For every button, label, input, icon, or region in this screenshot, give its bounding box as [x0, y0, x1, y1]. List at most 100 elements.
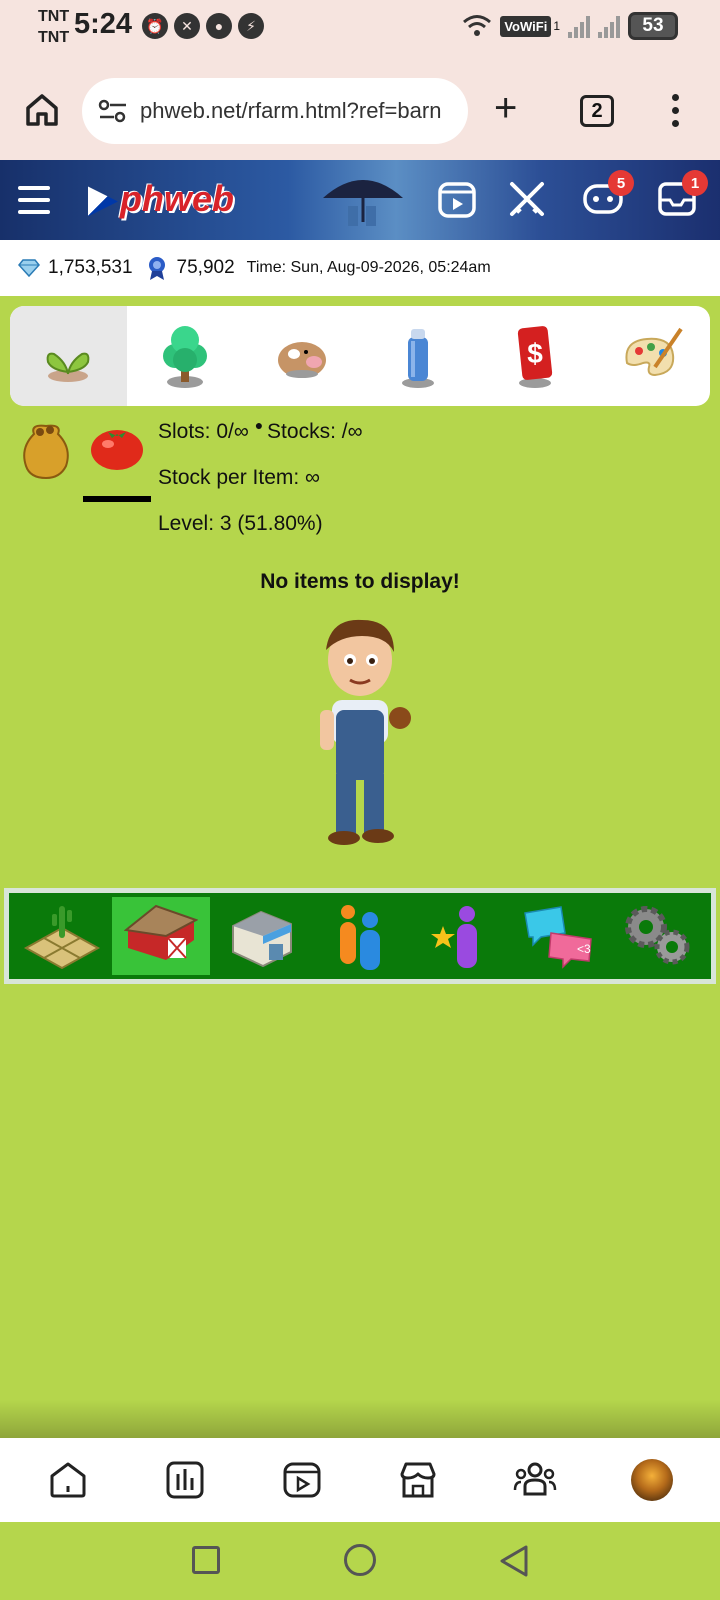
site-settings-icon[interactable] [98, 98, 128, 124]
cow-icon [277, 342, 326, 378]
nav-settings[interactable] [610, 897, 707, 975]
tab-animals[interactable] [243, 306, 360, 406]
url-bar[interactable]: phweb.net/rfarm.html?ref=barn [82, 78, 468, 144]
tab-seeds[interactable] [10, 306, 127, 406]
vowifi-label: VoWiFi [500, 15, 552, 37]
notification-icons: ⏰ ✕ ● ⚡ [142, 13, 264, 39]
vowifi-sub: 1 [553, 19, 560, 33]
recent-apps-button[interactable] [192, 1546, 220, 1574]
battle-swords-icon[interactable] [506, 178, 548, 220]
seed-sack-icon[interactable] [20, 420, 72, 480]
play-video-icon [283, 1462, 321, 1498]
shadow-divider [0, 1400, 720, 1440]
barn-icon [124, 904, 199, 960]
nav-videos[interactable] [280, 1458, 324, 1502]
tab-tools[interactable] [360, 306, 477, 406]
alarm-icon: ⏰ [142, 13, 168, 39]
nav-shop[interactable] [396, 1458, 440, 1502]
separator-dot: ● [254, 417, 268, 433]
home-button[interactable] [344, 1544, 376, 1576]
site-header: phweb 5 1 [0, 160, 720, 240]
nav-groups[interactable] [513, 1458, 557, 1502]
store-icon [231, 910, 292, 968]
wifi-icon [463, 15, 492, 36]
nav-market[interactable] [212, 897, 309, 975]
tab-decor[interactable] [593, 306, 710, 406]
stocks-text: Stocks: /∞ [267, 420, 363, 443]
hamburger-menu-icon[interactable] [18, 186, 50, 222]
logo-text: phweb [120, 178, 234, 219]
farm-plot-icon [23, 906, 100, 970]
nav-neighbors[interactable] [311, 897, 408, 975]
farmer-character-image [320, 619, 411, 845]
inbox-icon[interactable]: 1 [656, 170, 708, 220]
svg-text:$: $ [527, 338, 543, 369]
messenger-icon: ⚡ [238, 13, 264, 39]
people-icon [339, 905, 380, 970]
signal-icon-2 [598, 14, 620, 38]
nav-stats[interactable] [163, 1458, 207, 1502]
sprout-icon [46, 352, 90, 382]
nav-chat[interactable]: <3 [510, 897, 607, 975]
back-button[interactable] [498, 1544, 530, 1578]
site-logo[interactable]: phweb [88, 178, 234, 220]
nav-home[interactable] [46, 1458, 90, 1502]
url-text[interactable]: phweb.net/rfarm.html?ref=barn [140, 98, 441, 124]
game-chat-icon[interactable]: 5 [582, 170, 634, 220]
dollar-tag-icon: $ [517, 326, 553, 388]
stock-per-item: Stock per Item: ∞ [158, 466, 321, 489]
signal-icon-1 [568, 14, 590, 38]
category-tabs: $ [10, 306, 710, 406]
chat-bubble-icon: ● [206, 13, 232, 39]
android-nav-bar [0, 1522, 720, 1600]
nav-profile[interactable] [630, 1458, 674, 1502]
umbrella-banner-icon [323, 180, 403, 226]
reels-icon[interactable] [436, 178, 478, 220]
shop-icon [400, 1462, 436, 1498]
status-clock: 5:24 [74, 8, 133, 40]
nav-farm[interactable] [13, 897, 110, 975]
spray-can-icon [402, 329, 435, 388]
inbox-badge: 1 [682, 170, 708, 196]
mute-icon: ✕ [174, 13, 200, 39]
carrier-2: TNT [38, 29, 70, 46]
group-icon [513, 1462, 557, 1496]
level-text: Level: 3 (51.80%) [158, 512, 323, 535]
tab-switcher-button[interactable]: 2 [580, 95, 614, 127]
carrier-1: TNT [38, 8, 70, 25]
empty-message: No items to display! [260, 570, 460, 593]
chat-bubbles-icon: <3 [523, 906, 592, 969]
status-right: VoWiFi 1 53 [462, 12, 678, 40]
home-icon[interactable] [22, 90, 62, 130]
slots-stocks-row: Slots: 0/∞ ● Stocks: /∞ [158, 417, 363, 444]
selected-indicator [83, 496, 151, 502]
home-outline-icon [50, 1462, 86, 1498]
browser-toolbar: phweb.net/rfarm.html?ref=barn + 2 [0, 56, 720, 160]
battery-icon: 53 [628, 12, 678, 40]
status-bar: TNT TNT 5:24 ⏰ ✕ ● ⚡ VoWiFi 1 53 [0, 0, 720, 56]
star-person-icon [431, 906, 478, 968]
paint-palette-icon [625, 327, 683, 377]
browser-menu-button[interactable] [672, 94, 680, 127]
bar-chart-icon [166, 1461, 204, 1499]
chat-badge: 5 [608, 170, 634, 196]
gem-count: 1,753,531 [48, 257, 133, 278]
tab-price[interactable]: $ [477, 306, 594, 406]
slots-text: Slots: 0/∞ [158, 420, 249, 443]
nav-achievements[interactable] [411, 897, 508, 975]
nav-barn[interactable] [112, 897, 210, 975]
server-time: Time: Sun, Aug-09-2026, 05:24am [246, 259, 491, 276]
tree-icon [163, 326, 207, 388]
new-tab-button[interactable]: + [494, 88, 517, 128]
tomato-icon[interactable] [88, 420, 146, 472]
gears-icon [625, 906, 690, 965]
tab-trees[interactable] [127, 306, 244, 406]
resource-bar: 1,753,531 75,902 Time: Sun, Aug-09-2026,… [0, 240, 720, 296]
site-bottom-nav [0, 1438, 720, 1522]
medal-count: 75,902 [176, 257, 235, 278]
game-navigation: <3 [4, 888, 716, 984]
carrier-labels: TNT TNT [38, 6, 69, 48]
flag-icon [88, 186, 118, 217]
diamond-icon [18, 259, 40, 277]
avatar [630, 1459, 673, 1501]
